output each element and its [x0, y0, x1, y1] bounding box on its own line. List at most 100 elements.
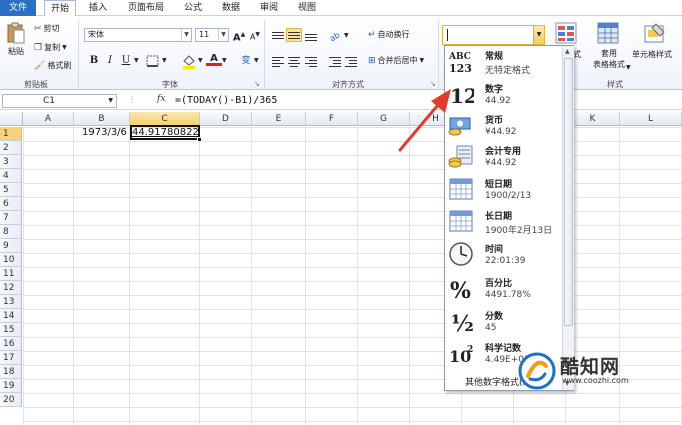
chevron-down-icon[interactable]: ▼ — [254, 57, 259, 64]
row-header-2[interactable]: 2 — [0, 141, 22, 155]
select-all-corner[interactable] — [0, 112, 23, 126]
copy-button[interactable]: ❐ 复制 ▼ — [34, 42, 67, 53]
row-header-16[interactable]: 16 — [0, 337, 22, 351]
chevron-down-icon[interactable]: ▼ — [108, 95, 113, 107]
fill-handle[interactable] — [197, 137, 202, 142]
tab-page-layout[interactable]: 页面布局 — [122, 0, 170, 16]
format-item-currency[interactable]: 货币 ¥44.92 — [445, 110, 563, 142]
row-header-3[interactable]: 3 — [0, 155, 22, 169]
font-color-button[interactable]: A — [206, 52, 222, 66]
phonetic-button[interactable]: 变 — [238, 54, 254, 68]
row-header-13[interactable]: 13 — [0, 295, 22, 309]
row-header-20[interactable]: 20 — [0, 393, 22, 407]
format-item-accounting[interactable]: 会计专用 ¥44.92 — [445, 141, 563, 173]
cell-c1[interactable]: 44.91780822 — [132, 126, 199, 139]
increase-indent-icon[interactable] — [345, 57, 357, 67]
row-header-8[interactable]: 8 — [0, 225, 22, 239]
chevron-down-icon[interactable]: ▼ — [218, 29, 228, 41]
chevron-down-icon[interactable]: ▼ — [344, 32, 349, 39]
cell-styles-icon[interactable] — [644, 22, 666, 44]
column-header-f[interactable]: F — [306, 112, 358, 126]
shrink-font-button[interactable]: A▼ — [247, 28, 263, 42]
row-header-6[interactable]: 6 — [0, 197, 22, 211]
tab-home[interactable]: 开始 — [44, 0, 76, 17]
align-bottom-icon[interactable] — [305, 33, 317, 43]
grow-font-button[interactable]: A▲ — [231, 28, 247, 43]
wrap-text-button[interactable]: ↵ 自动换行 — [368, 29, 410, 40]
row-header-12[interactable]: 12 — [0, 281, 22, 295]
format-item-number[interactable]: 12 数字 44.92 — [445, 79, 563, 111]
column-header-c[interactable]: C — [130, 112, 200, 126]
tab-formulas[interactable]: 公式 — [178, 0, 208, 16]
format-item-percent[interactable]: % 百分比 4491.78% — [445, 273, 563, 305]
row-header-19[interactable]: 19 — [0, 379, 22, 393]
paste-button[interactable]: 粘贴 — [4, 22, 28, 57]
formula-input[interactable]: =(TODAY()-B1)/365 — [175, 94, 277, 108]
decrease-indent-icon[interactable] — [329, 57, 341, 67]
column-header-l[interactable]: L — [620, 112, 682, 126]
align-left-icon[interactable] — [272, 57, 284, 67]
chevron-down-icon[interactable]: ▼ — [162, 57, 167, 64]
row-header-5[interactable]: 5 — [0, 183, 22, 197]
column-header-k[interactable]: K — [566, 112, 620, 126]
chevron-down-icon[interactable]: ▼ — [198, 57, 203, 64]
row-header-14[interactable]: 14 — [0, 309, 22, 323]
merge-center-button[interactable]: ⊞ 合并后居中 ▼ — [368, 55, 424, 66]
format-item-short-date[interactable]: 短日期 1900/2/13 — [445, 174, 563, 206]
format-item-fraction[interactable]: ½ 分数 45 — [445, 306, 563, 338]
format-item-long-date[interactable]: 长日期 1900年2月13日 — [445, 206, 563, 238]
row-header-11[interactable]: 11 — [0, 267, 22, 281]
tab-view[interactable]: 视图 — [292, 0, 322, 16]
align-middle-button[interactable] — [286, 28, 302, 42]
orientation-icon[interactable]: ab — [328, 29, 342, 41]
column-header-e[interactable]: E — [252, 112, 306, 126]
tab-data[interactable]: 数据 — [216, 0, 246, 16]
row-header-17[interactable]: 17 — [0, 351, 22, 365]
row-header-15[interactable]: 15 — [0, 323, 22, 337]
row-header-4[interactable]: 4 — [0, 169, 22, 183]
chevron-down-icon[interactable]: ▼ — [181, 29, 191, 41]
format-item-general[interactable]: ABC 123 常规 无特定格式 — [445, 46, 563, 78]
align-top-icon[interactable] — [272, 31, 284, 41]
font-size-combo[interactable]: 11 ▼ — [195, 28, 229, 42]
row-header-9[interactable]: 9 — [0, 239, 22, 253]
red-arrow-annotation — [398, 89, 451, 152]
table-format-icon[interactable] — [597, 22, 619, 44]
bold-button[interactable]: B — [86, 54, 102, 68]
name-box[interactable]: C1 ▼ — [2, 94, 117, 108]
dialog-launcher-icon[interactable]: ↘ — [254, 80, 260, 88]
chevron-down-icon[interactable]: ▼ — [533, 26, 544, 44]
insert-function-button[interactable]: fx — [157, 94, 165, 104]
borders-icon[interactable] — [146, 55, 160, 67]
scroll-up-icon[interactable]: ▲ — [565, 48, 570, 55]
column-header-d[interactable]: D — [200, 112, 252, 126]
column-header-a[interactable]: A — [23, 112, 74, 126]
row-header-7[interactable]: 7 — [0, 211, 22, 225]
format-item-time[interactable]: 时间 22:01:39 — [445, 239, 563, 271]
scrollbar-thumb[interactable] — [564, 58, 573, 326]
column-header-b[interactable]: B — [74, 112, 130, 126]
dropdown-scrollbar[interactable]: ▲ ▼ — [562, 46, 574, 390]
row-header-18[interactable]: 18 — [0, 365, 22, 379]
row-header-10[interactable]: 10 — [0, 253, 22, 267]
tab-review[interactable]: 审阅 — [254, 0, 284, 16]
format-sample: ¥44.92 — [485, 127, 517, 137]
chevron-down-icon[interactable]: ▼ — [626, 64, 631, 71]
number-format-combo[interactable]: ▼ — [442, 25, 545, 45]
tab-insert[interactable]: 插入 — [82, 0, 114, 16]
row-header-1[interactable]: 1 — [0, 127, 22, 141]
chevron-down-icon[interactable]: ▼ — [222, 57, 227, 64]
align-center-icon[interactable] — [288, 57, 300, 67]
align-right-icon[interactable] — [305, 57, 317, 67]
fill-color-icon[interactable] — [181, 53, 197, 69]
italic-button[interactable]: I — [102, 54, 118, 68]
font-name-combo[interactable]: 宋体 ▼ — [84, 28, 192, 42]
tab-file[interactable]: 文件 — [0, 0, 36, 16]
cell-styles-label[interactable]: 单元格样式 — [632, 49, 672, 60]
conditional-format-icon[interactable] — [555, 22, 577, 44]
format-painter-button[interactable]: 🖌 格式刷 — [34, 60, 71, 71]
underline-button[interactable]: U — [118, 54, 134, 68]
cut-button[interactable]: ✂ 剪切 — [34, 23, 60, 34]
cell-b1[interactable]: 1973/3/6 — [82, 126, 127, 139]
chevron-down-icon[interactable]: ▼ — [134, 57, 139, 64]
